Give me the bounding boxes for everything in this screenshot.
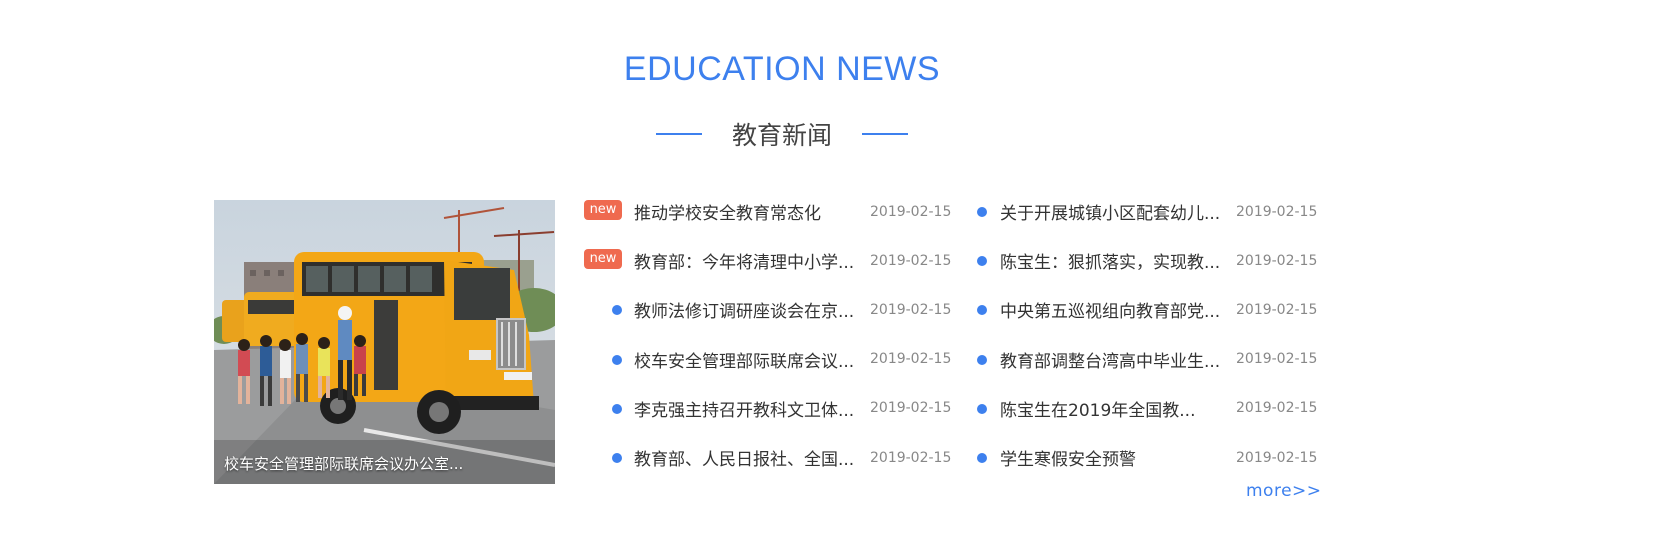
- news-item[interactable]: 关于开展城镇小区配套幼儿... 2019-02-15: [977, 187, 1337, 236]
- news-date: 2019-02-15: [1236, 449, 1318, 466]
- news-title[interactable]: 关于开展城镇小区配套幼儿...: [1000, 199, 1220, 224]
- title-divider-left: [656, 133, 702, 135]
- news-date: 2019-02-15: [870, 449, 952, 466]
- news-item[interactable]: 教师法修订调研座谈会在京... 2019-02-15: [584, 285, 951, 334]
- news-item[interactable]: 陈宝生在2019年全国教... 2019-02-15: [977, 384, 1337, 433]
- news-item[interactable]: new 推动学校安全教育常态化 2019-02-15: [584, 187, 951, 236]
- news-date: 2019-02-15: [1236, 400, 1318, 417]
- section-title-zh: 教育新闻: [731, 121, 832, 150]
- news-title[interactable]: 教师法修订调研座谈会在京...: [634, 297, 854, 322]
- news-title[interactable]: 推动学校安全教育常态化: [634, 199, 821, 224]
- news-item[interactable]: 校车安全管理部际联席会议... 2019-02-15: [584, 335, 951, 384]
- news-title[interactable]: 陈宝生在2019年全国教...: [1000, 396, 1195, 421]
- new-badge: new: [584, 200, 622, 220]
- more-link[interactable]: more>>: [1246, 481, 1322, 501]
- bullet-dot-icon: [977, 207, 987, 217]
- news-title[interactable]: 教育部：今年将清理中小学...: [634, 248, 854, 273]
- title-divider-right: [861, 133, 908, 135]
- news-date: 2019-02-15: [1236, 203, 1318, 220]
- bullet-dot-icon: [977, 305, 987, 316]
- news-title[interactable]: 中央第五巡视组向教育部党...: [1000, 297, 1220, 322]
- news-date: 2019-02-15: [1236, 301, 1318, 318]
- bullet-dot-icon: [977, 256, 987, 267]
- news-title[interactable]: 陈宝生：狠抓落实，实现教...: [1000, 248, 1220, 273]
- news-date: 2019-02-15: [870, 301, 952, 318]
- section-subtitle: 教育新闻: [656, 114, 908, 154]
- news-item[interactable]: 中央第五巡视组向教育部党... 2019-02-15: [977, 285, 1337, 334]
- section-title-en: EDUCATION NEWS: [623, 50, 941, 88]
- news-title[interactable]: 李克强主持召开教科文卫体...: [634, 396, 854, 421]
- news-item[interactable]: 李克强主持召开教科文卫体... 2019-02-15: [584, 384, 951, 433]
- news-date: 2019-02-15: [1236, 252, 1318, 269]
- news-item[interactable]: 教育部、人民日报社、全国... 2019-02-15: [584, 433, 951, 482]
- news-title[interactable]: 教育部、人民日报社、全国...: [634, 445, 854, 470]
- bullet-dot-icon: [977, 403, 987, 414]
- news-title[interactable]: 教育部调整台湾高中毕业生...: [1000, 347, 1220, 372]
- bullet-dot-icon: [612, 354, 622, 365]
- news-date: 2019-02-15: [1236, 351, 1318, 368]
- school-bus-photo: [214, 200, 555, 484]
- bullet-dot-icon: [612, 305, 622, 316]
- bullet-dot-icon: [612, 403, 622, 414]
- news-item[interactable]: 学生寒假安全预警 2019-02-15: [977, 433, 1337, 482]
- news-date: 2019-02-15: [870, 203, 952, 220]
- bullet-dot-icon: [977, 452, 987, 463]
- new-badge: new: [584, 249, 622, 270]
- news-title[interactable]: 学生寒假安全预警: [1000, 445, 1136, 470]
- news-date: 2019-02-15: [870, 252, 952, 269]
- news-item[interactable]: 陈宝生：狠抓落实，实现教... 2019-02-15: [977, 236, 1337, 285]
- news-date: 2019-02-15: [870, 400, 952, 417]
- news-item[interactable]: new 教育部：今年将清理中小学... 2019-02-15: [584, 236, 951, 285]
- news-list-left: new 推动学校安全教育常态化 2019-02-15 new 教育部：今年将清理…: [584, 187, 951, 482]
- news-date: 2019-02-15: [870, 351, 952, 368]
- news-list-right: 关于开展城镇小区配套幼儿... 2019-02-15 陈宝生：狠抓落实，实现教.…: [977, 187, 1337, 482]
- news-item[interactable]: 教育部调整台湾高中毕业生... 2019-02-15: [977, 335, 1337, 384]
- news-title[interactable]: 校车安全管理部际联席会议...: [634, 347, 854, 372]
- bullet-dot-icon: [612, 452, 622, 463]
- featured-news-image[interactable]: 校车安全管理部际联席会议办公室...: [214, 200, 555, 484]
- featured-news-caption[interactable]: 校车安全管理部际联席会议办公室...: [224, 453, 463, 474]
- bullet-dot-icon: [977, 354, 987, 365]
